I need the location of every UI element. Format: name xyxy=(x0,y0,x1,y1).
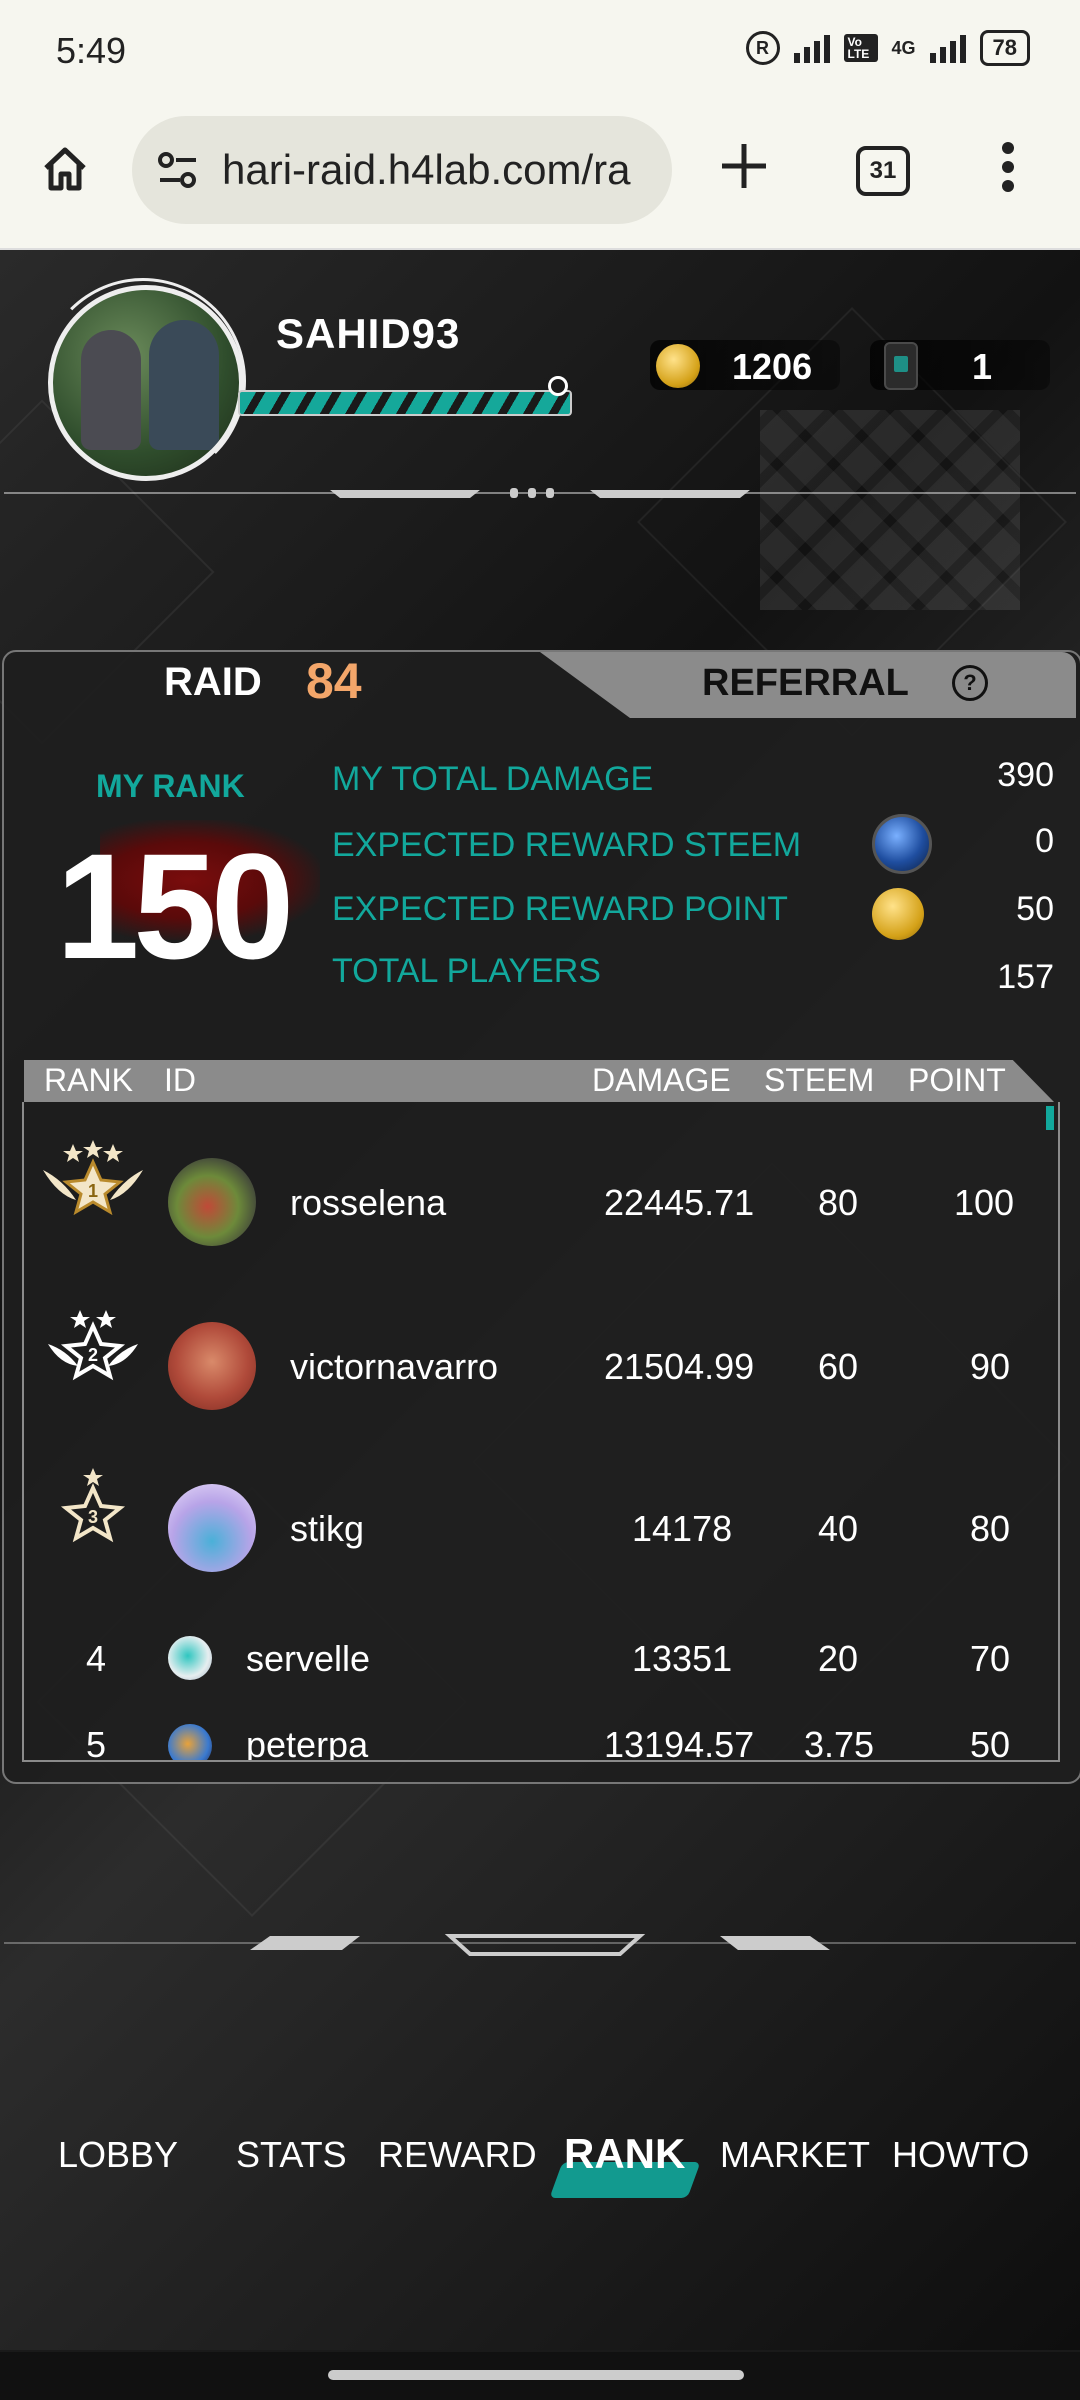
player-point: 80 xyxy=(970,1508,1011,1549)
browser-toolbar: hari-raid.h4lab.com/ra 31 xyxy=(0,108,1080,250)
home-icon[interactable] xyxy=(40,144,90,194)
gold-medal-icon: 1 xyxy=(38,1140,148,1220)
player-id[interactable]: servelle xyxy=(246,1638,370,1680)
tab-switcher-button[interactable]: 31 xyxy=(856,146,910,196)
svg-text:3: 3 xyxy=(88,1507,98,1527)
xp-progress-bar xyxy=(238,390,572,416)
signal-icon-2 xyxy=(929,33,966,63)
stat-label-total-damage: MY TOTAL DAMAGE xyxy=(332,760,654,798)
player-avatar[interactable] xyxy=(168,1322,256,1410)
stat-value-total-players: 157 xyxy=(997,958,1054,996)
site-settings-icon[interactable] xyxy=(156,150,200,190)
tab-raid[interactable] xyxy=(4,652,544,718)
player-avatar[interactable] xyxy=(168,1158,256,1246)
ticket-icon xyxy=(884,342,918,390)
network-type: 4G xyxy=(891,37,916,58)
player-steem: 3.75 xyxy=(804,1724,875,1762)
table-row[interactable]: 4 servelle 13351 20 70 xyxy=(24,1624,1058,1714)
status-time: 5:49 xyxy=(56,30,127,71)
stat-value-reward-point: 50 xyxy=(1016,890,1054,928)
player-rank: 4 xyxy=(86,1638,107,1679)
svg-text:2: 2 xyxy=(88,1345,98,1365)
table-scrollbar[interactable] xyxy=(1046,1106,1054,1130)
tab-raid-label[interactable]: RAID xyxy=(164,660,262,705)
player-id[interactable]: rosselena xyxy=(290,1182,446,1224)
home-indicator[interactable] xyxy=(328,2370,744,2380)
status-icons: R Vo LTE 4G 78 xyxy=(745,30,1030,66)
username: SAHID93 xyxy=(276,310,461,357)
player-point: 70 xyxy=(970,1638,1011,1679)
player-id[interactable]: stikg xyxy=(290,1508,364,1550)
player-steem: 40 xyxy=(818,1508,859,1549)
footer-divider-ornament xyxy=(250,1930,830,1960)
column-header-id: ID xyxy=(164,1062,196,1098)
xp-progress-marker xyxy=(548,376,568,396)
player-id[interactable]: victornavarro xyxy=(290,1346,498,1388)
nav-reward[interactable]: REWARD xyxy=(378,2134,537,2176)
ticket-count: 1 xyxy=(972,346,993,387)
avatar-ring xyxy=(40,278,246,484)
stat-label-reward-steem: EXPECTED REWARD STEEM xyxy=(332,826,802,864)
nav-stats[interactable]: STATS xyxy=(236,2134,347,2176)
player-id[interactable]: peterpa xyxy=(246,1724,368,1760)
player-steem: 20 xyxy=(818,1638,859,1679)
coin-icon xyxy=(656,344,700,388)
stat-value-total-damage: 390 xyxy=(997,756,1054,794)
coin-count: 1206 xyxy=(732,346,813,387)
stat-value-reward-steem: 0 xyxy=(1035,822,1054,860)
player-rank: 5 xyxy=(86,1724,107,1762)
volte-icon: Vo LTE xyxy=(843,34,878,62)
player-point: 100 xyxy=(954,1182,1015,1223)
stat-label-total-players: TOTAL PLAYERS xyxy=(332,952,601,990)
address-bar[interactable]: hari-raid.h4lab.com/ra xyxy=(132,116,672,224)
player-damage: 13351 xyxy=(632,1638,733,1679)
status-bar: 5:49 R Vo LTE 4G 78 xyxy=(0,0,1080,108)
table-row[interactable]: 5 peterpa 13194.57 3.75 50 xyxy=(24,1716,1058,1762)
battery-icon: 78 xyxy=(979,30,1030,66)
steem-icon xyxy=(872,814,932,874)
tab-referral-label[interactable]: REFERRAL xyxy=(702,662,909,705)
player-damage: 14178 xyxy=(632,1508,733,1549)
table-row[interactable]: 1 rosselena 22445.71 80 100 xyxy=(24,1122,1058,1282)
player-point: 50 xyxy=(970,1724,1011,1762)
table-row[interactable]: 2 victornavarro 21504.99 60 90 xyxy=(24,1286,1058,1446)
my-rank-label: MY RANK xyxy=(96,768,245,804)
point-coin-icon xyxy=(872,888,924,940)
registered-icon: R xyxy=(745,31,780,65)
column-header-point: POINT xyxy=(908,1062,1006,1098)
nav-rank[interactable]: RANK xyxy=(564,2130,685,2178)
signal-icon xyxy=(793,33,830,63)
column-header-rank: RANK xyxy=(44,1062,133,1098)
nav-howto[interactable]: HOWTO xyxy=(892,2134,1029,2176)
nav-lobby[interactable]: LOBBY xyxy=(58,2134,178,2176)
player-avatar[interactable] xyxy=(168,1484,256,1572)
player-avatar[interactable] xyxy=(168,1636,212,1680)
raid-number: 84 xyxy=(306,653,362,709)
player-damage: 21504.99 xyxy=(604,1346,755,1387)
more-menu-icon[interactable] xyxy=(1000,140,1016,194)
column-header-steem: STEEM xyxy=(764,1062,875,1098)
bronze-medal-icon: 3 xyxy=(38,1466,148,1546)
silver-medal-icon: 2 xyxy=(38,1304,148,1384)
stat-label-reward-point: EXPECTED REWARD POINT xyxy=(332,890,788,928)
nav-market[interactable]: MARKET xyxy=(720,2134,870,2176)
header-divider-ornament xyxy=(330,486,750,500)
player-damage: 13194.57 xyxy=(604,1724,755,1762)
column-header-damage: DAMAGE xyxy=(592,1062,731,1098)
table-row[interactable]: 3 stikg 14178 40 80 xyxy=(24,1448,1058,1608)
url-text[interactable]: hari-raid.h4lab.com/ra xyxy=(222,146,652,194)
player-point: 90 xyxy=(970,1346,1011,1387)
new-tab-icon[interactable] xyxy=(718,140,770,192)
player-avatar[interactable] xyxy=(168,1724,212,1760)
player-damage: 22445.71 xyxy=(604,1182,755,1223)
my-rank-value: 150 xyxy=(56,822,294,990)
player-steem: 80 xyxy=(818,1182,859,1223)
ranking-table[interactable]: 1 rosselena 22445.71 80 100 2 victornava… xyxy=(22,1102,1060,1762)
svg-text:1: 1 xyxy=(88,1181,98,1201)
help-icon[interactable]: ? xyxy=(952,665,988,701)
player-steem: 60 xyxy=(818,1346,859,1387)
